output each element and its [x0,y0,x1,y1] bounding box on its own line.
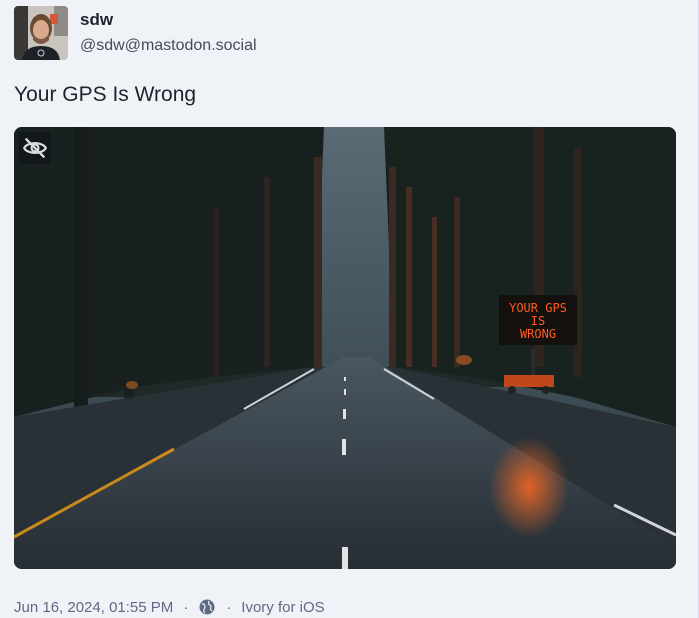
hide-media-button[interactable] [19,132,51,164]
status-meta: Jun 16, 2024, 01:55 PM · · Ivory for iOS [14,597,325,617]
eye-slash-icon [22,138,48,158]
display-name[interactable]: sdw [80,10,113,30]
globe-icon [198,598,216,616]
application-name: Ivory for iOS [241,598,325,616]
status-content: Your GPS Is Wrong [14,83,197,106]
media-image: YOUR GPS IS WRONG [14,127,676,569]
avatar[interactable] [14,6,68,60]
media-attachment[interactable]: YOUR GPS IS WRONG [14,127,676,569]
status-timestamp[interactable]: Jun 16, 2024, 01:55 PM [14,599,173,616]
meta-separator: · [183,598,189,616]
status-card: sdw @sdw@mastodon.social Your GPS Is Wro… [0,0,699,618]
sign-line-2: IS [531,314,545,328]
account-handle[interactable]: @sdw@mastodon.social [80,37,257,55]
sign-line-1: YOUR GPS [509,301,567,315]
meta-separator-2: · [226,598,232,616]
sign-line-3: WRONG [520,327,556,341]
